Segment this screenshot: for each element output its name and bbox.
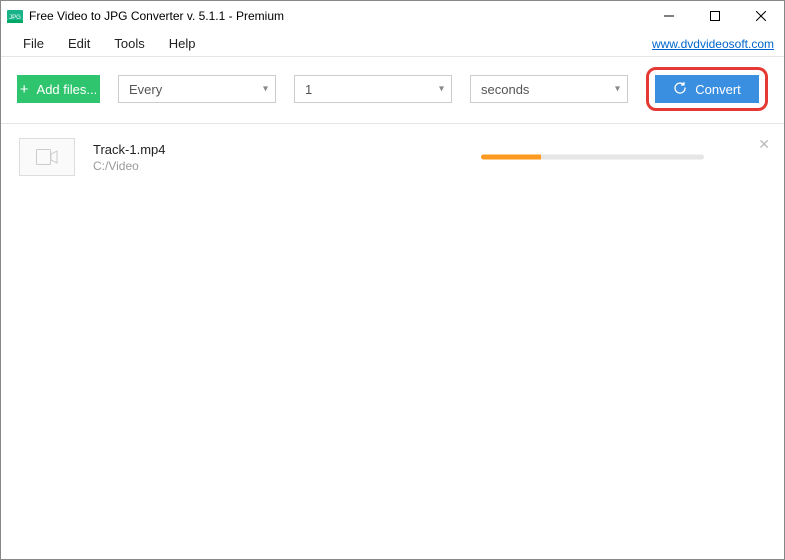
menu-tools[interactable]: Tools bbox=[102, 36, 156, 51]
app-icon: JPG bbox=[7, 8, 23, 24]
refresh-icon bbox=[673, 81, 687, 98]
toolbar: + Add files... Every ▾ 1 ▾ seconds ▾ Con… bbox=[1, 57, 784, 124]
minimize-button[interactable] bbox=[646, 1, 692, 31]
close-icon: ✕ bbox=[758, 136, 770, 152]
add-files-label: Add files... bbox=[37, 82, 98, 97]
interval-value: 1 bbox=[305, 82, 312, 97]
file-list: Track-1.mp4 C:/Video ✕ bbox=[1, 124, 784, 190]
convert-label: Convert bbox=[695, 82, 741, 97]
menu-file[interactable]: File bbox=[11, 36, 56, 51]
interval-mode-select[interactable]: Every bbox=[118, 75, 276, 103]
interval-unit-value: seconds bbox=[481, 82, 529, 97]
menu-help[interactable]: Help bbox=[157, 36, 208, 51]
remove-file-button[interactable]: ✕ bbox=[758, 136, 770, 153]
file-path: C:/Video bbox=[93, 159, 165, 173]
file-name: Track-1.mp4 bbox=[93, 142, 165, 157]
interval-mode-value: Every bbox=[129, 82, 162, 97]
progress-bar bbox=[481, 155, 704, 160]
convert-button[interactable]: Convert bbox=[655, 75, 759, 103]
file-row[interactable]: Track-1.mp4 C:/Video ✕ bbox=[1, 130, 784, 184]
file-meta: Track-1.mp4 C:/Video bbox=[93, 142, 165, 173]
interval-value-select[interactable]: 1 bbox=[294, 75, 452, 103]
titlebar: JPG Free Video to JPG Converter v. 5.1.1… bbox=[1, 1, 784, 31]
menubar: File Edit Tools Help www.dvdvideosoft.co… bbox=[1, 31, 784, 57]
interval-unit-select[interactable]: seconds bbox=[470, 75, 628, 103]
convert-highlight: Convert bbox=[646, 67, 768, 111]
progress-fill bbox=[481, 155, 541, 160]
close-button[interactable] bbox=[738, 1, 784, 31]
plus-icon: + bbox=[20, 82, 29, 97]
site-link[interactable]: www.dvdvideosoft.com bbox=[652, 37, 774, 51]
maximize-button[interactable] bbox=[692, 1, 738, 31]
svg-text:JPG: JPG bbox=[9, 15, 21, 21]
window-title: Free Video to JPG Converter v. 5.1.1 - P… bbox=[29, 9, 284, 23]
menu-edit[interactable]: Edit bbox=[56, 36, 102, 51]
window-controls bbox=[646, 1, 784, 31]
add-files-button[interactable]: + Add files... bbox=[17, 75, 100, 103]
video-thumbnail bbox=[19, 138, 75, 176]
